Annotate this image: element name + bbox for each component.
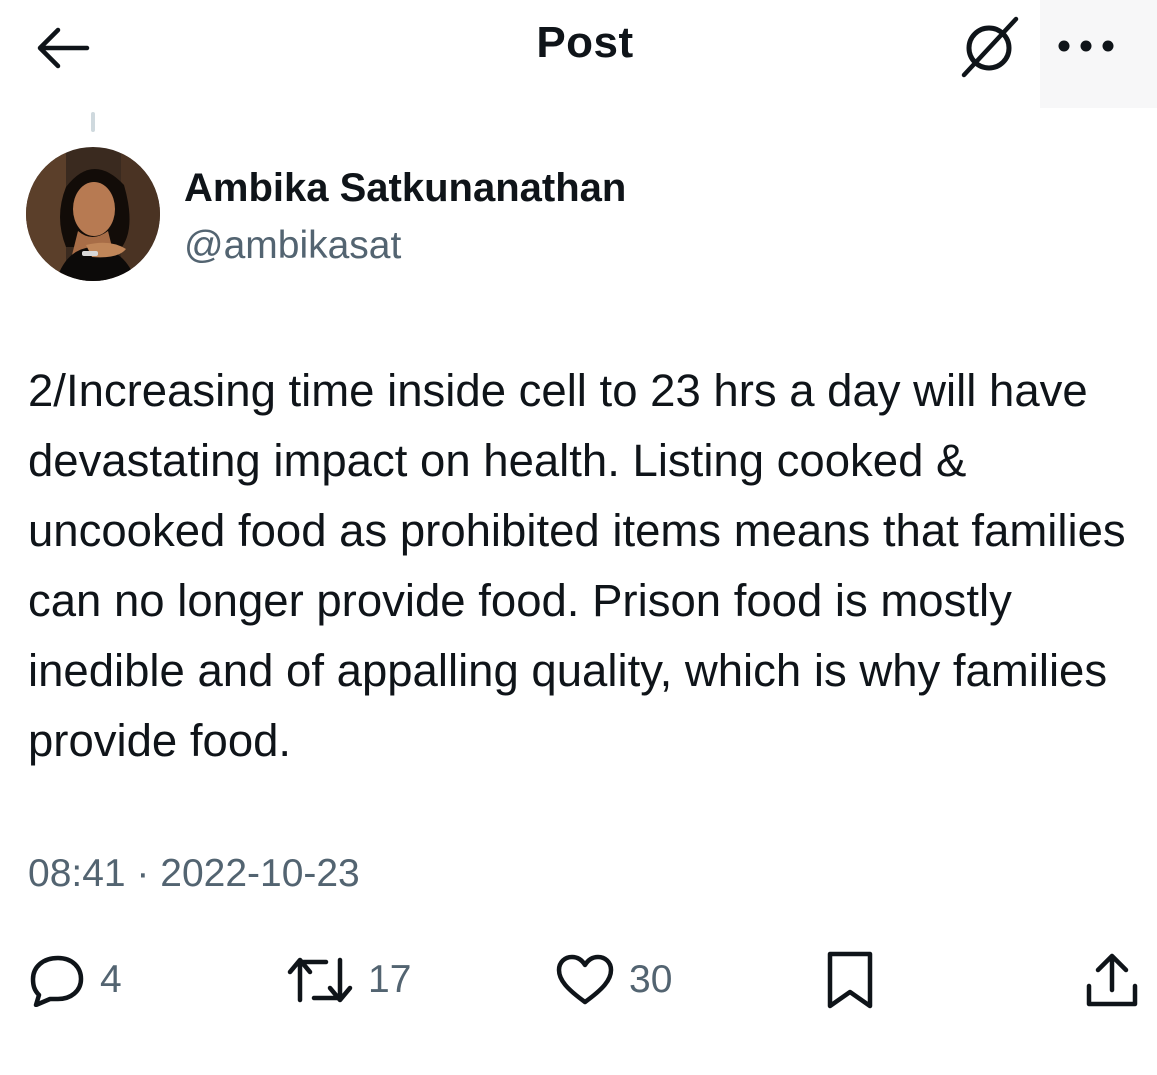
author-name[interactable]: Ambika Satkunanathan <box>184 166 626 211</box>
repost-button[interactable]: 17 <box>286 940 411 1020</box>
heart-icon <box>556 954 614 1005</box>
more-options-button[interactable] <box>1050 22 1122 70</box>
like-count: 30 <box>629 958 673 1001</box>
top-bar: Post <box>0 0 1157 108</box>
more-dots-icon <box>1058 40 1114 52</box>
author-handle[interactable]: @ambikasat <box>184 224 401 268</box>
repost-count: 17 <box>368 958 412 1001</box>
share-button[interactable] <box>1084 940 1140 1020</box>
bookmark-icon <box>827 951 873 1009</box>
reply-bubble-icon <box>30 955 84 1007</box>
reply-button[interactable]: 4 <box>28 940 122 1020</box>
thread-connector-line <box>91 112 95 132</box>
action-bar: 4 17 30 <box>0 940 1157 1020</box>
grok-button[interactable] <box>950 10 1032 82</box>
post-timestamp[interactable]: 08:41 · 2022-10-23 <box>28 852 360 896</box>
reply-count: 4 <box>100 958 122 1001</box>
grok-slash-icon <box>961 16 1019 78</box>
like-button[interactable]: 30 <box>555 940 672 1020</box>
share-icon <box>1086 953 1138 1007</box>
avatar-photo <box>26 147 160 281</box>
post-text: 2/Increasing time inside cell to 23 hrs … <box>28 365 1126 766</box>
repost-icon <box>287 957 353 1003</box>
bookmark-button[interactable] <box>824 940 876 1020</box>
avatar[interactable] <box>26 147 160 281</box>
